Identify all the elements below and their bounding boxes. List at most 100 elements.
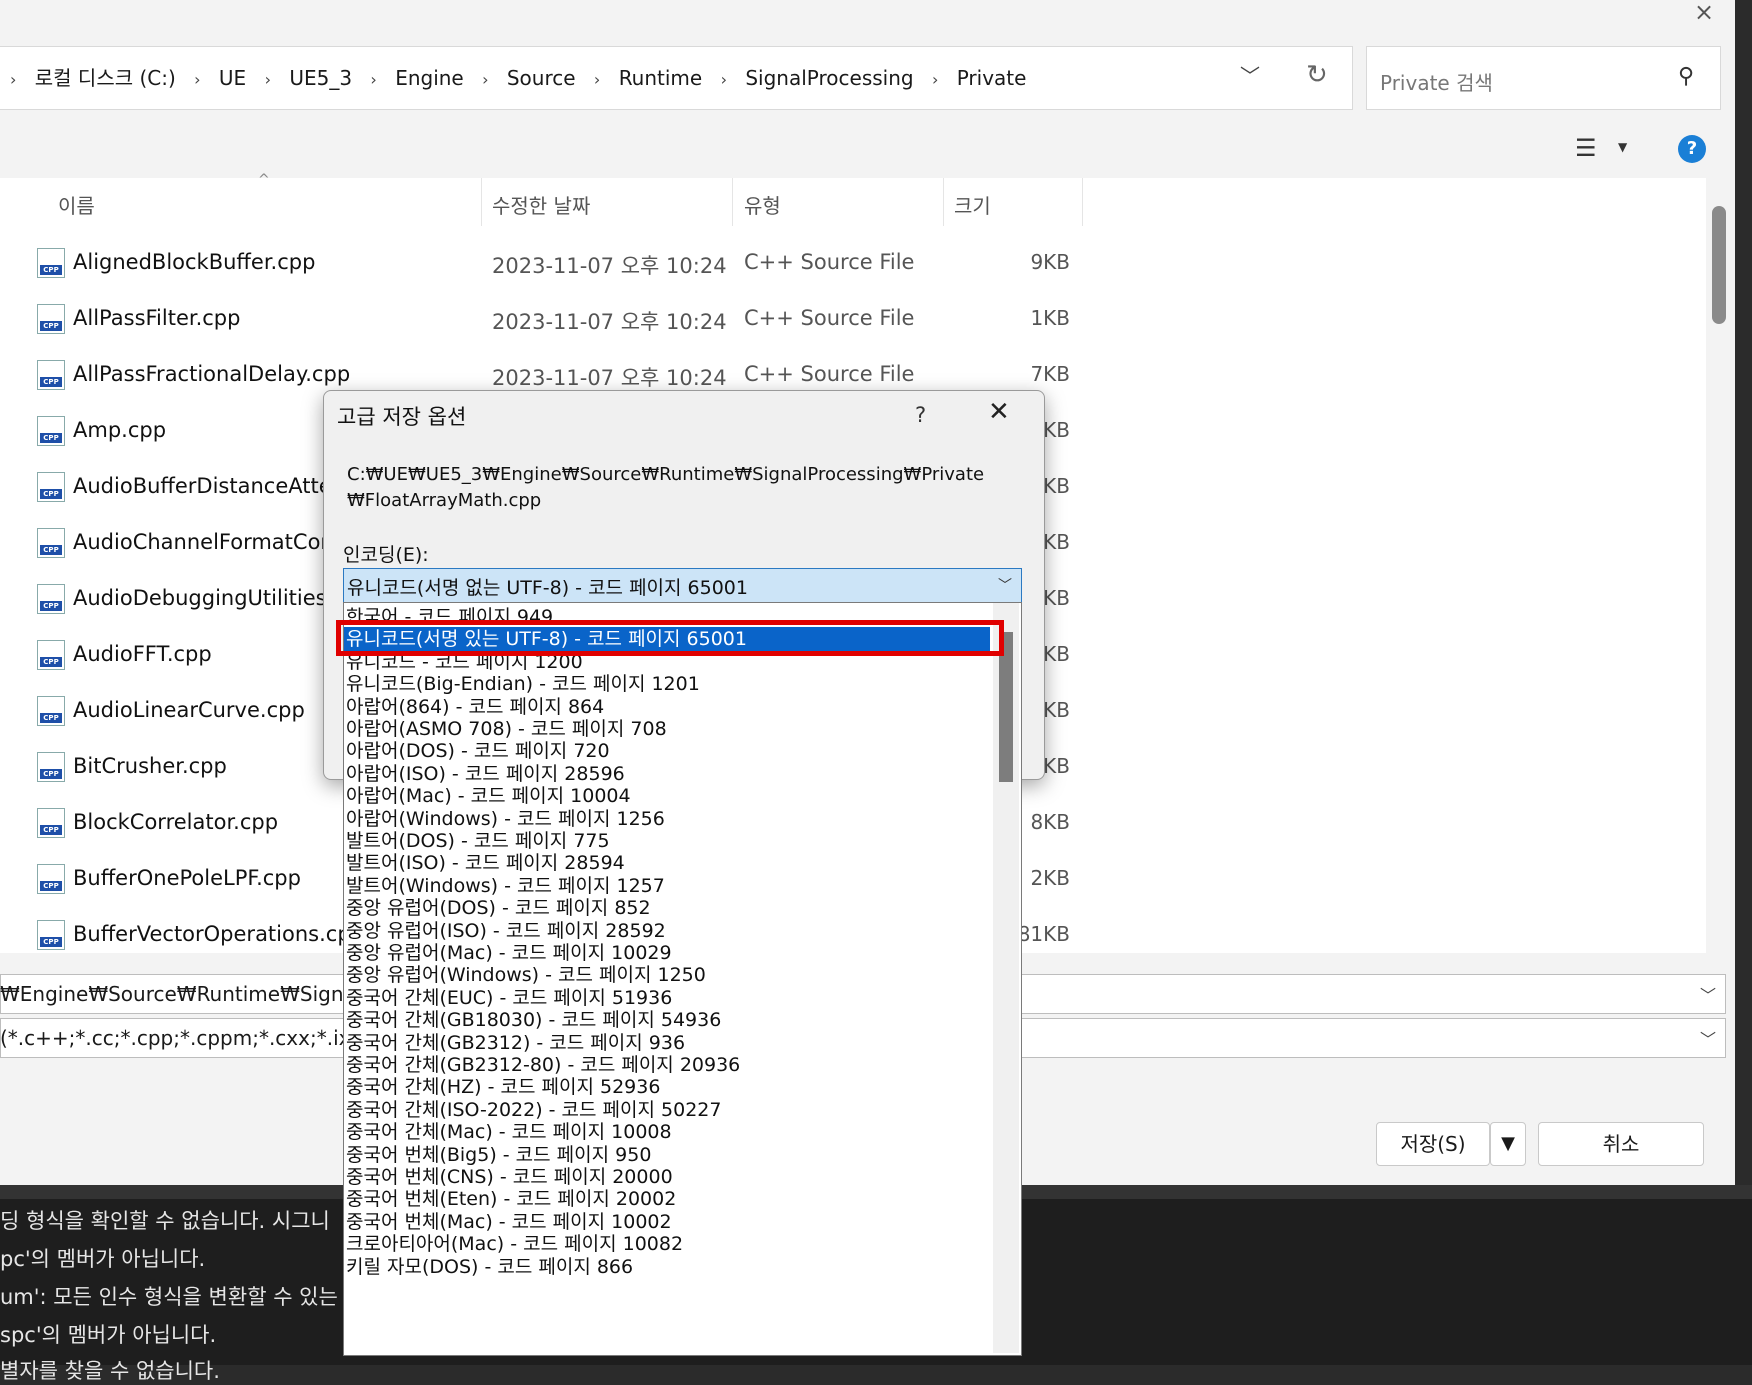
file-name: BlockCorrelator.cpp [73,810,279,834]
column-header-type[interactable]: 유형 [744,190,781,219]
encoding-option[interactable]: 발트어(ISO) - 코드 페이지 28594 [346,851,625,876]
file-size: 7KB [1030,362,1070,386]
dialog-help-button[interactable]: ? [915,403,926,427]
chevron-right-icon: › [370,70,377,89]
file-name: BitCrusher.cpp [73,754,227,778]
column-divider[interactable] [732,178,733,226]
file-name: AlignedBlockBuffer.cpp [73,250,316,274]
file-name: Amp.cpp [73,418,167,442]
column-divider[interactable] [481,178,482,226]
encoding-option[interactable]: 발트어(DOS) - 코드 페이지 775 [346,829,610,854]
breadcrumb-item-source[interactable]: Source [507,66,576,90]
scrollbar-thumb[interactable] [1712,206,1726,324]
encoding-option[interactable]: 유니코드(Big-Endian) - 코드 페이지 1201 [346,672,700,697]
encoding-option[interactable]: 아랍어(ASMO 708) - 코드 페이지 708 [346,717,667,742]
encoding-option[interactable]: 중국어 번체(Mac) - 코드 페이지 10002 [346,1210,672,1235]
file-date: 2023-11-07 오후 10:24 [492,366,727,390]
file-row[interactable]: CPP AlignedBlockBuffer.cpp 2023-11-07 오후… [0,236,1100,292]
breadcrumb-item-engine[interactable]: Engine [395,66,464,90]
column-divider[interactable] [943,178,944,226]
encoding-option[interactable]: 아랍어(Windows) - 코드 페이지 1256 [346,807,665,832]
encoding-option[interactable]: 아랍어(ISO) - 코드 페이지 28596 [346,762,625,787]
output-line: 딩 형식을 확인할 수 없습니다. 시그니 [0,1209,330,1233]
file-name: AllPassFractionalDelay.cpp [73,362,351,386]
file-name: BufferOnePoleLPF.cpp [73,866,301,890]
cpp-file-icon: CPP [37,248,65,278]
encoding-option[interactable]: 중국어 번체(Big5) - 코드 페이지 950 [346,1143,651,1168]
breadcrumb-item-signalprocessing[interactable]: SignalProcessing [745,66,913,90]
chevron-right-icon: › [593,70,601,89]
encoding-option[interactable]: 아랍어(DOS) - 코드 페이지 720 [346,739,610,764]
file-type: C++ Source File [744,306,915,330]
editor-right-strip [1735,0,1752,1185]
filename-value: ₩Engine₩Source₩Runtime₩SignalPro [0,982,394,1006]
file-date: 2023-11-07 오후 10:24 [492,310,727,334]
cpp-file-icon: CPP [37,808,65,838]
encoding-option[interactable]: 발트어(Windows) - 코드 페이지 1257 [346,874,665,899]
cpp-file-icon: CPP [37,920,65,950]
encoding-option[interactable]: 중국어 간체(GB2312) - 코드 페이지 936 [346,1031,685,1056]
encoding-option[interactable]: 중국어 간체(GB2312-80) - 코드 페이지 20936 [346,1053,740,1078]
encoding-option[interactable]: 아랍어(Mac) - 코드 페이지 10004 [346,784,631,809]
dialog-close-button[interactable]: ✕ [988,397,1010,427]
view-options-icon[interactable]: ☰ [1575,134,1597,162]
file-name: AudioDebuggingUtilities.c [73,586,345,610]
encoding-option[interactable]: 중앙 유럽어(Mac) - 코드 페이지 10029 [346,941,672,966]
search-icon[interactable]: ⚲ [1678,64,1694,89]
save-options-dropdown-icon[interactable]: ▼ [1490,1122,1526,1166]
caret-down-icon[interactable]: ▼ [1618,140,1627,154]
encoding-option[interactable]: 중국어 간체(EUC) - 코드 페이지 51936 [346,986,672,1011]
encoding-option[interactable]: 중앙 유럽어(Windows) - 코드 페이지 1250 [346,963,706,988]
chevron-right-icon: › [194,70,201,89]
encoding-option[interactable]: 중국어 간체(ISO-2022) - 코드 페이지 50227 [346,1098,721,1123]
refresh-icon[interactable]: ↻ [1306,60,1328,90]
file-size: 9KB [1030,250,1070,274]
cpp-file-icon: CPP [37,864,65,894]
file-row[interactable]: CPP AllPassFilter.cpp 2023-11-07 오후 10:2… [0,292,1100,348]
column-header-size[interactable]: 크기 [954,190,991,219]
chevron-right-icon: › [931,70,939,89]
encoding-option[interactable]: 아랍어(864) - 코드 페이지 864 [346,695,604,720]
encoding-option[interactable]: 키릴 자모(DOS) - 코드 페이지 866 [346,1255,633,1280]
encoding-option[interactable]: 중국어 간체(GB18030) - 코드 페이지 54936 [346,1008,721,1033]
cancel-button[interactable]: 취소 [1538,1122,1704,1166]
chevron-right-icon: › [264,70,271,89]
cpp-file-icon: CPP [37,640,65,670]
save-button[interactable]: 저장(S) [1376,1122,1490,1166]
chevron-down-icon[interactable]: ﹀ [1240,60,1260,89]
output-line: um': 모든 인수 형식을 변환할 수 있는 [0,1285,338,1309]
breadcrumb-item-private[interactable]: Private [957,66,1027,90]
encoding-option[interactable]: 중국어 번체(Eten) - 코드 페이지 20002 [346,1187,676,1212]
window-close-icon[interactable]: × [1690,0,1718,24]
cpp-file-icon: CPP [37,360,65,390]
sort-ascending-icon: ^ [258,172,270,188]
chevron-right-icon: › [10,70,17,89]
output-line: spc'의 멤버가 아닙니다. [0,1323,217,1347]
cpp-file-icon: CPP [37,528,65,558]
breadcrumb-item-drive[interactable]: 로컬 디스크 (C:) [35,62,176,91]
encoding-label: 인코딩(E): [343,544,429,566]
chevron-down-icon[interactable]: ﹀ [1700,1026,1716,1050]
dialog-title: 고급 저장 옵션 [337,405,467,429]
column-divider[interactable] [1082,178,1083,226]
cpp-file-icon: CPP [37,752,65,782]
chevron-down-icon[interactable]: ﹀ [998,575,1012,595]
encoding-option[interactable]: 중국어 간체(HZ) - 코드 페이지 52936 [346,1075,660,1100]
encoding-option[interactable]: 중국어 번체(CNS) - 코드 페이지 20000 [346,1165,673,1190]
encoding-option[interactable]: 중국어 간체(Mac) - 코드 페이지 10008 [346,1120,672,1145]
encoding-selected-value: 유니코드(서명 없는 UTF-8) - 코드 페이지 65001 [347,577,748,599]
encoding-option[interactable]: 중앙 유럽어(ISO) - 코드 페이지 28592 [346,919,666,944]
breadcrumb-item-ue[interactable]: UE [219,66,246,90]
file-name: AudioLinearCurve.cpp [73,698,305,722]
chevron-down-icon[interactable]: ﹀ [1700,982,1716,1006]
encoding-option[interactable]: 중앙 유럽어(DOS) - 코드 페이지 852 [346,896,651,921]
encoding-option[interactable]: 크로아티아어(Mac) - 코드 페이지 10082 [346,1232,683,1257]
breadcrumb-item-ue5-3[interactable]: UE5_3 [289,66,352,90]
search-placeholder: Private 검색 [1380,71,1493,95]
column-header-name[interactable]: 이름 [58,190,95,219]
cpp-file-icon: CPP [37,472,65,502]
help-icon[interactable]: ? [1678,135,1706,163]
column-header-date[interactable]: 수정한 날짜 [492,190,590,219]
output-line: 별자를 찾을 수 없습니다. [0,1359,220,1383]
breadcrumb-item-runtime[interactable]: Runtime [619,66,703,90]
